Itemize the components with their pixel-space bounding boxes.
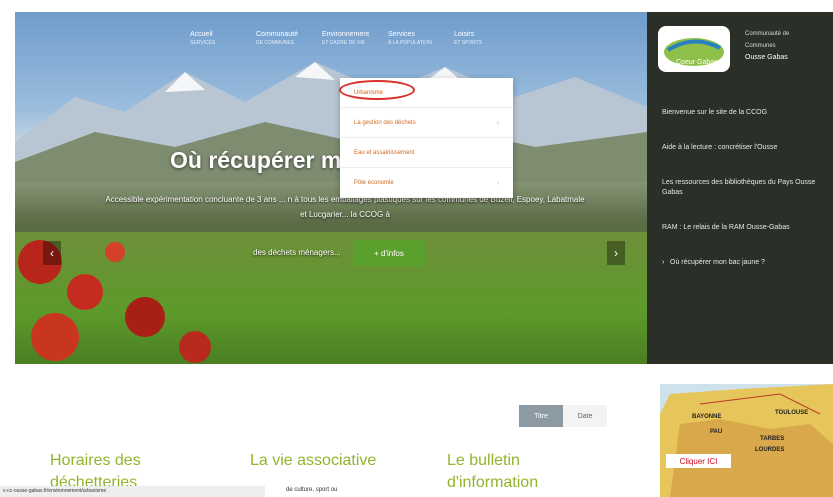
dropdown-item-eau[interactable]: Eau et assainissement bbox=[340, 138, 513, 168]
site-title: Communauté de Communes Ousse Gabas bbox=[745, 31, 790, 61]
page: Accueil SERVICES Communauté DE COMMUNES En… bbox=[0, 0, 833, 497]
status-bar-url: c-cc-ousse-gabas.fr/environnement/urbani… bbox=[0, 486, 265, 497]
main-nav: Accueil SERVICES Communauté DE COMMUNES En… bbox=[190, 30, 520, 48]
slider-prev-arrow[interactable]: ‹ bbox=[43, 241, 61, 265]
chevron-right-icon: › bbox=[496, 118, 499, 127]
news-item[interactable]: RAM : Le relais de la RAM Ousse-Gabas bbox=[662, 223, 830, 233]
news-list: Bienvenue sur le site de la CCOG Aide à … bbox=[662, 108, 830, 293]
map-label-toulouse: TOULOUSE bbox=[775, 410, 809, 416]
svg-text:Coeur Gabas: Coeur Gabas bbox=[676, 59, 718, 66]
nav-communaute[interactable]: Communauté DE COMMUNES bbox=[256, 30, 322, 48]
hero-small-text: des déchets ménagers... bbox=[253, 248, 341, 257]
nav-services[interactable]: Services À LA POPULATION bbox=[388, 30, 454, 48]
map-label-pau: PAU bbox=[710, 429, 723, 435]
map-label-tarbes: TARBES bbox=[760, 436, 785, 442]
news-item[interactable]: Bienvenue sur le site de la CCOG bbox=[662, 108, 830, 118]
highlight-circle bbox=[339, 80, 415, 100]
nav-accueil[interactable]: Accueil SERVICES bbox=[190, 30, 256, 48]
map-image bbox=[660, 384, 833, 497]
region-map[interactable]: BAYONNE TOULOUSE PAU TARBES LOURDES bbox=[660, 384, 833, 497]
map-label-lourdes: LOURDES bbox=[755, 447, 785, 453]
nav-loisirs[interactable]: Loisirs ET SPORTS bbox=[454, 30, 520, 48]
nav-environnement[interactable]: Environnement ET CADRE DE VIE bbox=[322, 30, 388, 48]
chevron-right-icon: › bbox=[496, 178, 499, 187]
hero-slider: Accueil SERVICES Communauté DE COMMUNES En… bbox=[15, 12, 647, 364]
column-title-vie-associative[interactable]: La vie associative bbox=[250, 450, 376, 472]
news-item[interactable]: Les ressources des bibliothèques du Pays… bbox=[662, 178, 830, 198]
map-label-bayonne: BAYONNE bbox=[692, 414, 722, 420]
logo-image: Coeur Gabas bbox=[664, 38, 724, 66]
sort-tabs: Titre Date bbox=[519, 405, 607, 427]
tab-titre[interactable]: Titre bbox=[519, 405, 563, 427]
dropdown-item-economie[interactable]: Pôle économie › bbox=[340, 168, 513, 198]
slider-next-arrow[interactable]: › bbox=[607, 241, 625, 265]
map-click-button[interactable]: Cliquer ICI bbox=[666, 454, 731, 468]
tab-date[interactable]: Date bbox=[563, 405, 607, 427]
column-title-bulletin[interactable]: Le bulletin d'information bbox=[447, 450, 538, 494]
hero-title: Où récupérer m bbox=[170, 147, 342, 173]
column-text: de culture, sport ou bbox=[286, 487, 338, 493]
dropdown-item-dechets[interactable]: La gestion des déchets › bbox=[340, 108, 513, 138]
news-item-active[interactable]: Où récupérer mon bac jaune ? bbox=[662, 258, 830, 268]
news-item[interactable]: Aide à la lecture : concrétiser l'Ousse bbox=[662, 143, 830, 153]
more-info-button[interactable]: + d'infos bbox=[353, 240, 425, 266]
logo[interactable]: Coeur Gabas bbox=[658, 26, 730, 72]
